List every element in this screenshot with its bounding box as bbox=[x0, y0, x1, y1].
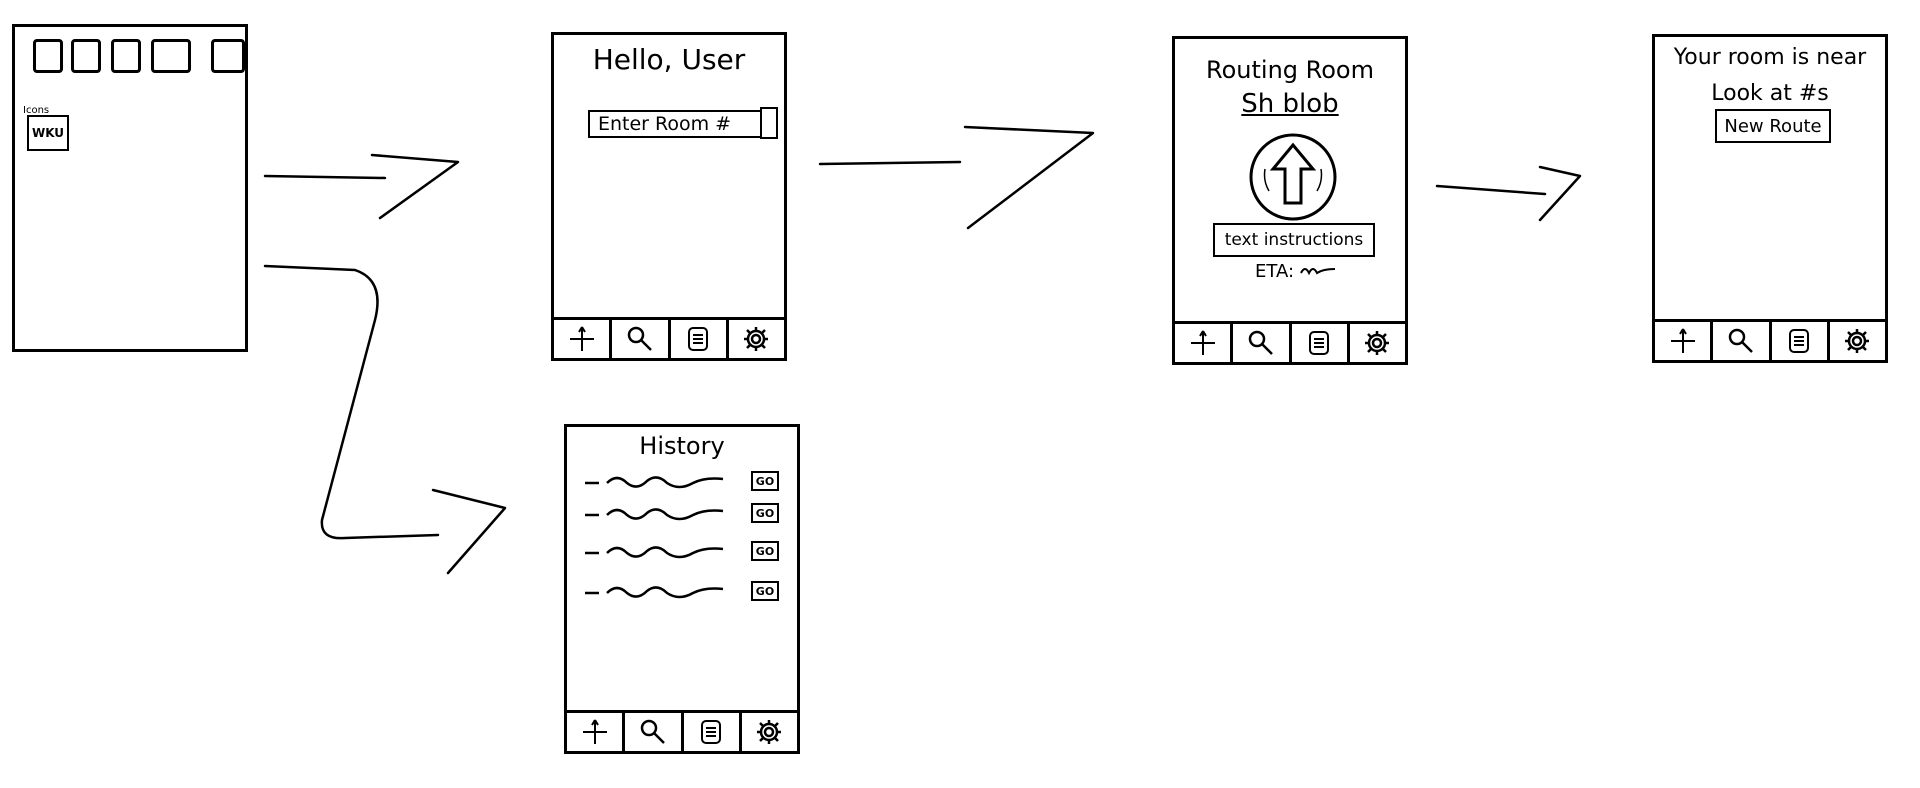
room-number-input[interactable]: Enter Room # bbox=[588, 110, 768, 138]
hello-screen-frame: Hello, User Enter Room # bbox=[551, 32, 787, 361]
settings-gear-icon bbox=[1845, 329, 1870, 353]
search-icon bbox=[627, 326, 652, 351]
app-tile[interactable] bbox=[211, 39, 245, 73]
destination-room: Sh blob bbox=[1241, 89, 1339, 119]
tab-notes[interactable] bbox=[684, 713, 742, 751]
near-title: Your room is near bbox=[1673, 45, 1867, 70]
history-row[interactable]: GO bbox=[583, 501, 779, 527]
eta-scribble bbox=[1300, 268, 1336, 276]
flow-arrows bbox=[263, 125, 1582, 575]
history-go-button[interactable]: GO bbox=[751, 581, 779, 601]
app-tile[interactable] bbox=[71, 39, 101, 73]
search-icon bbox=[640, 719, 665, 744]
history-entry-scribble bbox=[585, 546, 724, 559]
arrow-hello-to-routing bbox=[818, 125, 1095, 230]
near-screen-frame: Your room is near Look at #s New Route bbox=[1652, 34, 1888, 363]
tab-settings[interactable] bbox=[1350, 324, 1405, 362]
text-instructions-box: text instructions bbox=[1213, 223, 1375, 257]
new-route-label: New Route bbox=[1724, 115, 1822, 137]
tab-compass[interactable] bbox=[567, 713, 626, 751]
wku-app-tile[interactable]: WKU bbox=[27, 115, 69, 151]
history-go-button[interactable]: GO bbox=[751, 503, 779, 523]
tab-bar bbox=[554, 317, 784, 358]
history-entry-scribble bbox=[585, 508, 724, 521]
routing-title: Routing Room bbox=[1206, 56, 1374, 84]
room-submit-button[interactable] bbox=[760, 107, 778, 139]
notes-icon bbox=[688, 327, 709, 351]
tab-notes[interactable] bbox=[1292, 324, 1350, 362]
instructions-text: text instructions bbox=[1224, 230, 1364, 250]
tab-search[interactable] bbox=[625, 713, 684, 751]
history-entry-scribble bbox=[585, 476, 724, 489]
tab-bar bbox=[567, 710, 797, 751]
app-tile[interactable] bbox=[151, 39, 191, 73]
tab-compass[interactable] bbox=[1175, 324, 1234, 362]
settings-gear-icon bbox=[757, 720, 782, 744]
tab-compass[interactable] bbox=[554, 320, 613, 358]
compass-icon bbox=[1190, 330, 1215, 355]
tab-search[interactable] bbox=[1233, 324, 1292, 362]
near-subtitle: Look at #s bbox=[1711, 81, 1829, 106]
arrow-home-to-history bbox=[263, 264, 507, 575]
settings-gear-icon bbox=[1365, 331, 1390, 355]
search-icon bbox=[1248, 330, 1273, 355]
history-row[interactable]: GO bbox=[583, 539, 779, 565]
tab-search[interactable] bbox=[612, 320, 671, 358]
notes-icon bbox=[1789, 329, 1810, 353]
tab-notes[interactable] bbox=[1772, 322, 1830, 360]
history-go-button[interactable]: GO bbox=[751, 541, 779, 561]
tab-compass[interactable] bbox=[1655, 322, 1714, 360]
settings-gear-icon bbox=[744, 327, 769, 351]
home-screen-frame: Icons WKU bbox=[12, 24, 248, 352]
notes-icon bbox=[1309, 331, 1330, 355]
arrow-home-to-hello bbox=[263, 153, 460, 220]
wku-app-label: WKU bbox=[31, 126, 65, 140]
arrow-routing-to-near bbox=[1435, 165, 1582, 222]
history-title: History bbox=[639, 432, 725, 460]
history-go-button[interactable]: GO bbox=[751, 471, 779, 491]
search-icon bbox=[1728, 328, 1753, 353]
history-row[interactable]: GO bbox=[583, 579, 779, 605]
compass-icon bbox=[569, 326, 594, 351]
tab-bar bbox=[1655, 319, 1885, 360]
tab-settings[interactable] bbox=[729, 320, 784, 358]
tab-settings[interactable] bbox=[1830, 322, 1885, 360]
tab-notes[interactable] bbox=[671, 320, 729, 358]
direction-arrow-icon bbox=[1249, 133, 1337, 221]
history-row[interactable]: GO bbox=[583, 469, 779, 495]
history-screen-frame: History GO GO GO GO bbox=[564, 424, 800, 754]
app-tile[interactable] bbox=[33, 39, 63, 73]
tab-bar bbox=[1175, 321, 1405, 362]
tab-settings[interactable] bbox=[742, 713, 797, 751]
compass-icon bbox=[582, 719, 607, 744]
tab-search[interactable] bbox=[1713, 322, 1772, 360]
room-input-placeholder: Enter Room # bbox=[598, 113, 732, 135]
routing-screen-frame: Routing Room Sh blob text instructions E… bbox=[1172, 36, 1408, 365]
compass-icon bbox=[1670, 328, 1695, 353]
page-title: Hello, User bbox=[592, 43, 746, 76]
new-route-button[interactable]: New Route bbox=[1715, 109, 1831, 143]
eta-label: ETA: bbox=[1255, 261, 1295, 282]
notes-icon bbox=[701, 720, 722, 744]
app-tile[interactable] bbox=[111, 39, 141, 73]
history-entry-scribble bbox=[585, 586, 724, 599]
